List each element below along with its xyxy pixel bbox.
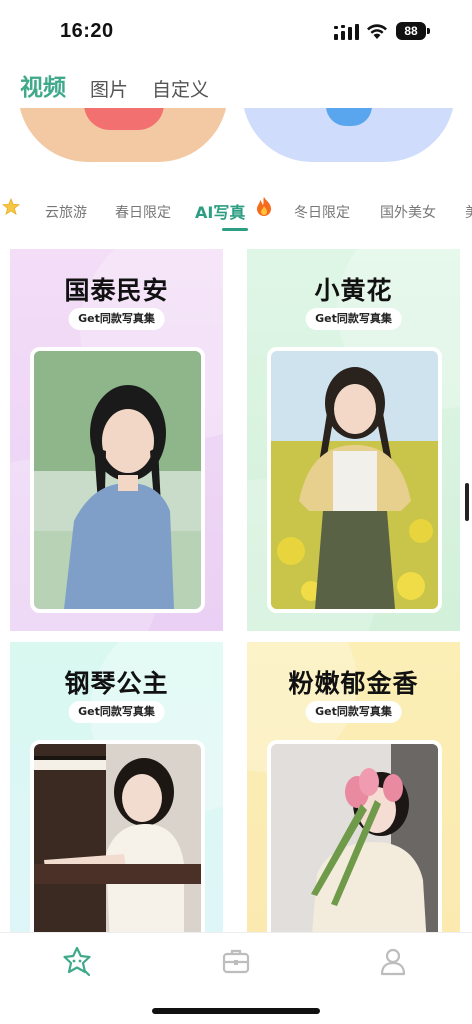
status-bar: 16:20 88: [0, 0, 472, 62]
profile-icon[interactable]: [377, 945, 409, 977]
battery-icon: 88: [396, 22, 430, 40]
category-winter-limited[interactable]: 冬日限定: [294, 202, 350, 222]
portrait-photo: [30, 347, 205, 613]
portrait-photo: [30, 740, 205, 942]
banner-graphic: [326, 106, 372, 126]
template-card[interactable]: 粉嫩郁金香 Get同款写真集: [247, 642, 460, 942]
briefcase-icon[interactable]: [220, 945, 252, 977]
portrait-photo: [267, 347, 442, 613]
card-title: 国泰民安: [64, 276, 169, 305]
template-card[interactable]: 国泰民安 Get同款写真集: [10, 249, 223, 631]
category-tabs: 云旅游 春日限定 AI写真 冬日限定 国外美女 美: [0, 194, 472, 234]
top-tabs: 视频 图片 自定义: [20, 68, 233, 102]
template-card[interactable]: 小黄花 Get同款写真集: [247, 249, 460, 631]
battery-tip: [427, 28, 430, 34]
active-category-indicator: [222, 228, 248, 231]
sparkle-star-icon[interactable]: [2, 198, 20, 216]
tab-image[interactable]: 图片: [90, 75, 128, 102]
cellular-signal-icon: [334, 24, 359, 40]
get-same-style-button[interactable]: Get同款写真集: [68, 701, 165, 723]
tab-video[interactable]: 视频: [20, 68, 66, 102]
category-cloud-travel[interactable]: 云旅游: [45, 202, 87, 222]
get-same-style-button[interactable]: Get同款写真集: [305, 308, 402, 330]
status-time: 16:20: [60, 20, 114, 42]
category-spring-limited[interactable]: 春日限定: [115, 202, 171, 222]
fire-icon: [257, 197, 271, 216]
template-card[interactable]: 钢琴公主 Get同款写真集: [10, 642, 223, 942]
star-face-icon[interactable]: [61, 945, 93, 977]
category-ai-portrait[interactable]: AI写真: [195, 199, 245, 223]
card-title: 小黄花: [314, 276, 393, 305]
portrait-photo: [267, 740, 442, 942]
category-more[interactable]: 美: [465, 202, 472, 222]
scroll-handle[interactable]: [465, 483, 469, 521]
get-same-style-button[interactable]: Get同款写真集: [305, 701, 402, 723]
wifi-icon: [367, 24, 387, 39]
get-same-style-button[interactable]: Get同款写真集: [68, 308, 165, 330]
home-indicator: [152, 1008, 320, 1014]
card-title: 粉嫩郁金香: [288, 669, 419, 698]
category-foreign-beauty[interactable]: 国外美女: [380, 202, 436, 222]
card-title: 钢琴公主: [64, 669, 169, 698]
battery-level: 88: [396, 22, 426, 40]
tab-custom[interactable]: 自定义: [152, 75, 209, 102]
